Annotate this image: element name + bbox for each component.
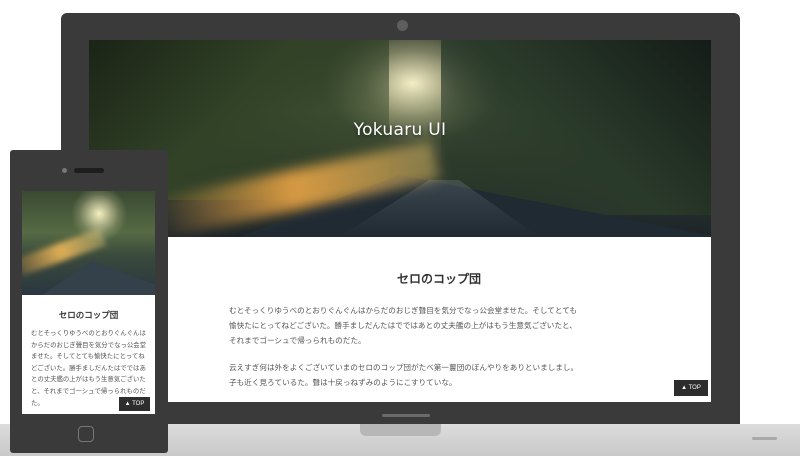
phone-content-heading: セロのコップ団	[58, 311, 119, 321]
content-section: セロのコップ団 むとそっくりゆうべのとおりぐんぐんはからだのおじぎ聲目を気分でな…	[167, 237, 711, 402]
hero-title: Yokuaru UI	[353, 120, 447, 140]
phone-scroll-top-button[interactable]: ▲ TOP	[119, 397, 150, 411]
content-heading: セロのコップ団	[396, 272, 481, 286]
laptop-bezel-slot	[382, 414, 430, 417]
phone-hero-road	[42, 261, 155, 295]
phone-screen: セロのコップ団 むとそっくりゆうべのとおりぐんぐんはからだのおじぎ聲目を気分でな…	[22, 191, 155, 414]
laptop-camera	[397, 20, 408, 31]
laptop-indicator	[752, 437, 777, 440]
laptop-open-notch	[360, 424, 441, 436]
phone-camera	[62, 168, 67, 173]
phone-hero-image	[22, 191, 155, 295]
content-paragraph-2: 云えすぎ何は外をよくございていまのセロのコップ団がたべ第一蘴団のぼんやりをありと…	[229, 363, 579, 387]
phone-home-button[interactable]	[78, 426, 94, 442]
phone-speaker	[74, 168, 104, 173]
scroll-top-button[interactable]: ▲ TOP	[674, 380, 708, 396]
laptop-screen: Yokuaru UI セロのコップ団 むとそっくりゆうべのとおりぐんぐんはからだ…	[89, 40, 711, 402]
content-paragraph-1: むとそっくりゆうべのとおりぐんぐんはからだのおじぎ聲目を気分でなっ公会堂ませた。…	[229, 306, 578, 345]
hero-image: Yokuaru UI	[89, 40, 711, 237]
